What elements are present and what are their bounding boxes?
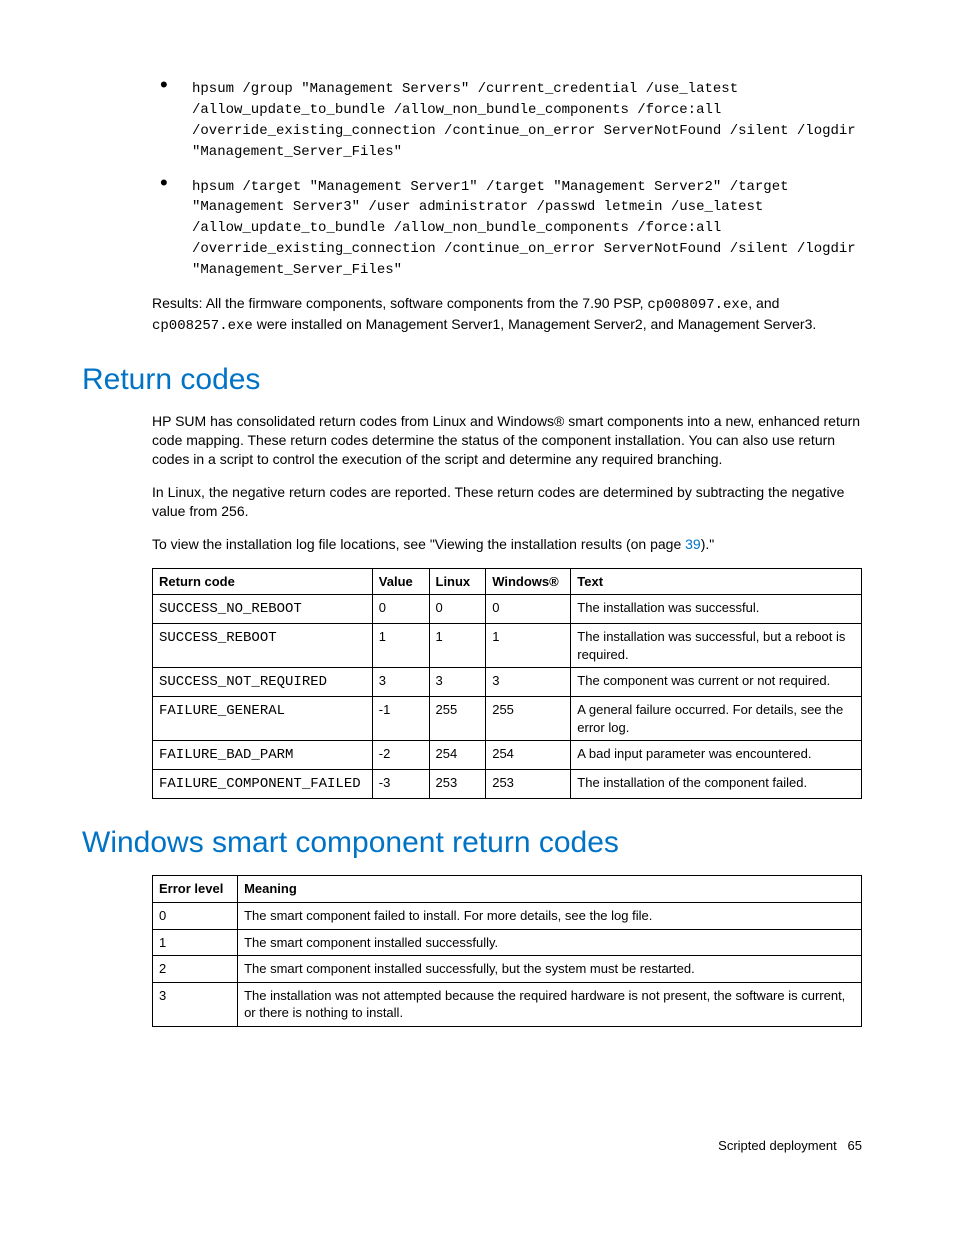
cell-linux: 253 — [429, 770, 486, 799]
results-paragraph: Results: All the firmware components, so… — [82, 294, 862, 336]
col-header: Linux — [429, 568, 486, 595]
paragraph: HP SUM has consolidated return codes fro… — [82, 412, 862, 469]
text: , and — [748, 295, 779, 311]
col-header: Text — [571, 568, 862, 595]
command-text: hpsum /group "Management Servers" /curre… — [192, 81, 856, 160]
table-row: SUCCESS_REBOOT111The installation was su… — [153, 624, 862, 668]
cell-meaning: The smart component installed successful… — [238, 956, 862, 983]
cell-value: -2 — [372, 741, 429, 770]
command-bullet-list: hpsum /group "Management Servers" /curre… — [82, 78, 862, 280]
col-header: Meaning — [238, 876, 862, 903]
footer-page-number: 65 — [848, 1138, 862, 1153]
section-heading-return-codes: Return codes — [82, 360, 862, 401]
table-row: SUCCESS_NOT_REQUIRED333The component was… — [153, 668, 862, 697]
col-header: Error level — [153, 876, 238, 903]
filename: cp008257.exe — [152, 318, 253, 334]
command-text: hpsum /target "Management Server1" /targ… — [192, 179, 856, 279]
cell-text: The component was current or not require… — [571, 668, 862, 697]
cell-meaning: The smart component installed successful… — [238, 929, 862, 956]
cell-text: The installation of the component failed… — [571, 770, 862, 799]
cell-level: 2 — [153, 956, 238, 983]
table-row: 0The smart component failed to install. … — [153, 902, 862, 929]
footer-section: Scripted deployment — [718, 1138, 837, 1153]
table-header-row: Return code Value Linux Windows® Text — [153, 568, 862, 595]
windows-codes-table: Error level Meaning 0The smart component… — [152, 875, 862, 1026]
cell-linux: 255 — [429, 697, 486, 741]
cell-code: FAILURE_BAD_PARM — [153, 741, 373, 770]
table-row: SUCCESS_NO_REBOOT000The installation was… — [153, 595, 862, 624]
cell-value: -3 — [372, 770, 429, 799]
text: were installed on Management Server1, Ma… — [253, 316, 816, 332]
table-row: FAILURE_COMPONENT_FAILED-3253253The inst… — [153, 770, 862, 799]
return-codes-table: Return code Value Linux Windows® Text SU… — [152, 568, 862, 799]
cell-code: FAILURE_COMPONENT_FAILED — [153, 770, 373, 799]
list-item: hpsum /group "Management Servers" /curre… — [142, 78, 862, 162]
cell-text: The installation was successful, but a r… — [571, 624, 862, 668]
cell-value: 0 — [372, 595, 429, 624]
col-header: Value — [372, 568, 429, 595]
section-heading-windows-codes: Windows smart component return codes — [82, 823, 862, 864]
cell-level: 1 — [153, 929, 238, 956]
cell-level: 3 — [153, 982, 238, 1026]
page-footer: Scripted deployment 65 — [82, 1137, 862, 1155]
cell-linux: 254 — [429, 741, 486, 770]
cell-text: The installation was successful. — [571, 595, 862, 624]
cell-code: SUCCESS_REBOOT — [153, 624, 373, 668]
cell-meaning: The installation was not attempted becau… — [238, 982, 862, 1026]
col-header: Return code — [153, 568, 373, 595]
cell-value: -1 — [372, 697, 429, 741]
list-item: hpsum /target "Management Server1" /targ… — [142, 176, 862, 280]
cell-windows: 0 — [486, 595, 571, 624]
cell-windows: 254 — [486, 741, 571, 770]
table-row: FAILURE_BAD_PARM-2254254A bad input para… — [153, 741, 862, 770]
table-row: 2The smart component installed successfu… — [153, 956, 862, 983]
cell-code: SUCCESS_NOT_REQUIRED — [153, 668, 373, 697]
paragraph: To view the installation log file locati… — [82, 535, 862, 554]
text: Results: All the firmware components, so… — [152, 295, 647, 311]
cell-windows: 3 — [486, 668, 571, 697]
cell-windows: 255 — [486, 697, 571, 741]
cell-windows: 253 — [486, 770, 571, 799]
cell-linux: 1 — [429, 624, 486, 668]
cell-linux: 3 — [429, 668, 486, 697]
cell-meaning: The smart component failed to install. F… — [238, 902, 862, 929]
cell-windows: 1 — [486, 624, 571, 668]
cell-level: 0 — [153, 902, 238, 929]
cell-value: 1 — [372, 624, 429, 668]
table-header-row: Error level Meaning — [153, 876, 862, 903]
table-row: FAILURE_GENERAL-1255255A general failure… — [153, 697, 862, 741]
table-row: 3The installation was not attempted beca… — [153, 982, 862, 1026]
cell-code: FAILURE_GENERAL — [153, 697, 373, 741]
text: )." — [701, 536, 715, 552]
text: To view the installation log file locati… — [152, 536, 685, 552]
cell-value: 3 — [372, 668, 429, 697]
paragraph: In Linux, the negative return codes are … — [82, 483, 862, 521]
col-header: Windows® — [486, 568, 571, 595]
page-link[interactable]: 39 — [685, 536, 701, 552]
filename: cp008097.exe — [647, 297, 748, 313]
cell-text: A general failure occurred. For details,… — [571, 697, 862, 741]
cell-code: SUCCESS_NO_REBOOT — [153, 595, 373, 624]
table-row: 1The smart component installed successfu… — [153, 929, 862, 956]
cell-linux: 0 — [429, 595, 486, 624]
cell-text: A bad input parameter was encountered. — [571, 741, 862, 770]
